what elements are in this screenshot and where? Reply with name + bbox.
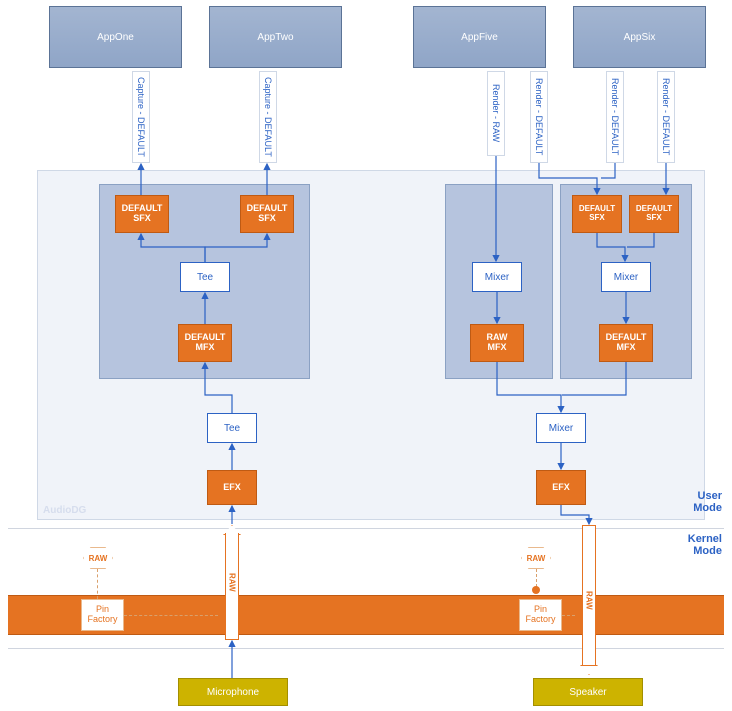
connector-render-raw: Render - RAW (487, 71, 505, 156)
default-sfx-right-1: DEFAULT SFX (572, 195, 622, 233)
connector-render-default-1: Render - DEFAULT (530, 71, 548, 163)
user-mode-label: User Mode (693, 490, 722, 514)
raw-arrow-right-label: RAW (585, 591, 594, 610)
mixer-left: Mixer (472, 262, 522, 292)
separator-2 (8, 648, 724, 649)
microphone-box: Microphone (178, 678, 288, 706)
app-one: AppOne (49, 6, 182, 68)
raw-hex-left-label: RAW (83, 547, 113, 569)
speaker-box: Speaker (533, 678, 643, 706)
mixer-lower: Mixer (536, 413, 586, 443)
dash-left-a (97, 569, 98, 599)
efx-left: EFX (207, 470, 257, 505)
pin-factory-left: Pin Factory (81, 599, 124, 631)
dash-right-b (562, 615, 575, 616)
raw-hex-right-label: RAW (521, 547, 551, 569)
app-six: AppSix (573, 6, 706, 68)
default-mfx-left: DEFAULT MFX (178, 324, 232, 362)
dash-right-dot (532, 586, 540, 594)
efx-right: EFX (536, 470, 586, 505)
connector-render-default-2: Render - DEFAULT (606, 71, 624, 163)
default-sfx-right-2: DEFAULT SFX (629, 195, 679, 233)
separator-1 (8, 528, 724, 529)
pin-factory-right: Pin Factory (519, 599, 562, 631)
connector-capture-default-2: Capture - DEFAULT (259, 71, 277, 163)
default-sfx-left-2: DEFAULT SFX (240, 195, 294, 233)
default-mfx-right: DEFAULT MFX (599, 324, 653, 362)
raw-mfx: RAW MFX (470, 324, 524, 362)
tee-upper: Tee (180, 262, 230, 292)
kernel-mode-label: Kernel Mode (688, 533, 722, 557)
connector-render-default-3: Render - DEFAULT (657, 71, 675, 163)
tee-lower: Tee (207, 413, 257, 443)
raw-arrow-left: RAW (223, 525, 241, 640)
connector-capture-default-1: Capture - DEFAULT (132, 71, 150, 163)
default-sfx-left-1: DEFAULT SFX (115, 195, 169, 233)
raw-hex-right: RAW (521, 547, 551, 569)
mixer-right: Mixer (601, 262, 651, 292)
app-five: AppFive (413, 6, 546, 68)
dash-right-a (536, 569, 537, 587)
raw-hex-left: RAW (83, 547, 113, 569)
raw-arrow-right: RAW (580, 525, 598, 675)
dash-left-b (124, 615, 218, 616)
app-two: AppTwo (209, 6, 342, 68)
raw-arrow-left-label: RAW (228, 573, 237, 592)
audiodg-label: AudioDG (43, 505, 86, 516)
